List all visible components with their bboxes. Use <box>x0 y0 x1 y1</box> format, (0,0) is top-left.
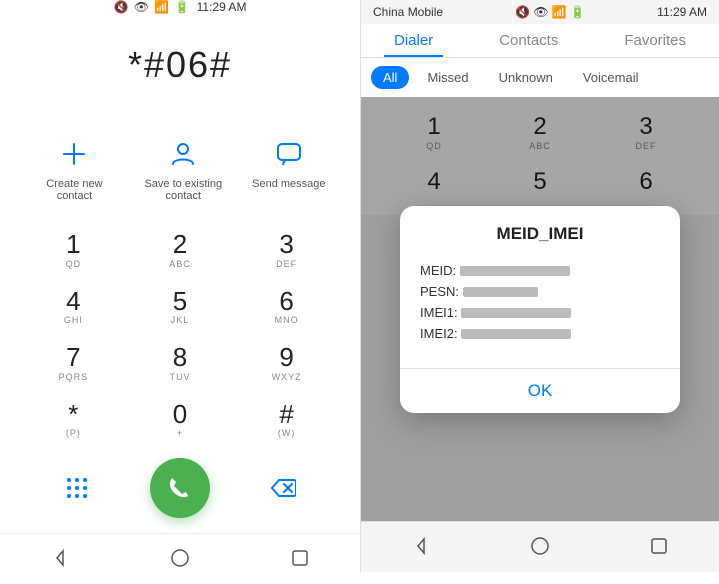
right-content: 1QD 2ABC 3DEF 4 5 6 MEID_IMEI MEID: PESN… <box>361 97 719 521</box>
filter-unknown[interactable]: Unknown <box>487 66 565 89</box>
plus-icon <box>56 136 92 172</box>
send-message-action[interactable]: Send message <box>252 136 325 202</box>
dialed-number: *#06# <box>0 14 360 106</box>
meid-imei-modal: MEID_IMEI MEID: PESN: IMEI1: <box>400 206 680 413</box>
tab-dialer[interactable]: Dialer <box>384 32 443 57</box>
key-hash[interactable]: #(W) <box>233 392 340 449</box>
key-6[interactable]: 6MNO <box>233 279 340 336</box>
key-1[interactable]: 1QD <box>20 222 127 279</box>
right-back-nav-icon[interactable] <box>405 530 437 562</box>
key-7[interactable]: 7PQRS <box>20 335 127 392</box>
tab-favorites[interactable]: Favorites <box>614 32 696 57</box>
right-status-bar: China Mobile 🔇 👁 📶 🔋 11:29 AM <box>361 0 719 24</box>
modal-row-imei1: IMEI1: <box>420 302 660 323</box>
key-2[interactable]: 2ABC <box>127 222 234 279</box>
key-4[interactable]: 4GHI <box>20 279 127 336</box>
save-contact-label: Save to existing contact <box>143 178 223 202</box>
key-9[interactable]: 9WXYZ <box>233 335 340 392</box>
right-nav-bar <box>361 521 719 572</box>
call-button[interactable] <box>150 458 210 518</box>
filter-row: All Missed Unknown Voicemail <box>361 58 719 97</box>
back-nav-icon[interactable] <box>44 542 76 574</box>
key-3[interactable]: 3DEF <box>233 222 340 279</box>
left-keypad: 1QD 2ABC 3DEF 4GHI 5JKL 6MNO 7PQRS 8TUV … <box>0 222 360 448</box>
filter-all[interactable]: All <box>371 66 409 89</box>
tabs-row: Dialer Contacts Favorites <box>361 24 719 58</box>
right-status-icons: 🔇 👁 📶 🔋 <box>515 5 585 19</box>
right-recents-nav-icon[interactable] <box>643 530 675 562</box>
create-contact-action[interactable]: Create new contact <box>34 136 114 202</box>
left-nav-bar <box>0 533 360 584</box>
left-status-icons: 🔇 👁 📶 🔋 <box>114 0 191 14</box>
key-8[interactable]: 8TUV <box>127 335 234 392</box>
chat-icon <box>271 136 307 172</box>
carrier-label: China Mobile <box>373 5 443 19</box>
recents-nav-icon[interactable] <box>284 542 316 574</box>
modal-row-pesn: PESN: <box>420 281 660 302</box>
left-phone: 🔇 👁 📶 🔋 11:29 AM *#06# Create new contac… <box>0 0 360 572</box>
create-contact-label: Create new contact <box>34 178 114 202</box>
right-phone: China Mobile 🔇 👁 📶 🔋 11:29 AM Dialer Con… <box>360 0 719 572</box>
modal-content: MEID: PESN: IMEI1: IMEI2: <box>400 256 680 360</box>
modal-overlay: MEID_IMEI MEID: PESN: IMEI1: <box>361 97 719 521</box>
send-message-label: Send message <box>252 178 325 190</box>
filter-voicemail[interactable]: Voicemail <box>571 66 651 89</box>
bottom-bar <box>0 448 360 533</box>
quick-actions: Create new contact Save to existing cont… <box>0 126 360 222</box>
tab-contacts[interactable]: Contacts <box>489 32 568 57</box>
key-5[interactable]: 5JKL <box>127 279 234 336</box>
right-status-time: 11:29 AM <box>657 5 707 19</box>
filter-missed[interactable]: Missed <box>415 66 480 89</box>
right-home-nav-icon[interactable] <box>524 530 556 562</box>
delete-button[interactable] <box>261 466 305 510</box>
left-status-time: 11:29 AM <box>197 0 247 14</box>
key-0[interactable]: 0+ <box>127 392 234 449</box>
modal-ok-button[interactable]: OK <box>400 369 680 413</box>
person-icon <box>165 136 201 172</box>
save-contact-action[interactable]: Save to existing contact <box>143 136 223 202</box>
modal-title: MEID_IMEI <box>400 206 680 256</box>
key-star[interactable]: *(P) <box>20 392 127 449</box>
modal-row-meid: MEID: <box>420 260 660 281</box>
modal-row-imei2: IMEI2: <box>420 323 660 344</box>
left-status-bar: 🔇 👁 📶 🔋 11:29 AM <box>0 0 360 14</box>
keypad-toggle-button[interactable] <box>55 466 99 510</box>
home-nav-icon[interactable] <box>164 542 196 574</box>
